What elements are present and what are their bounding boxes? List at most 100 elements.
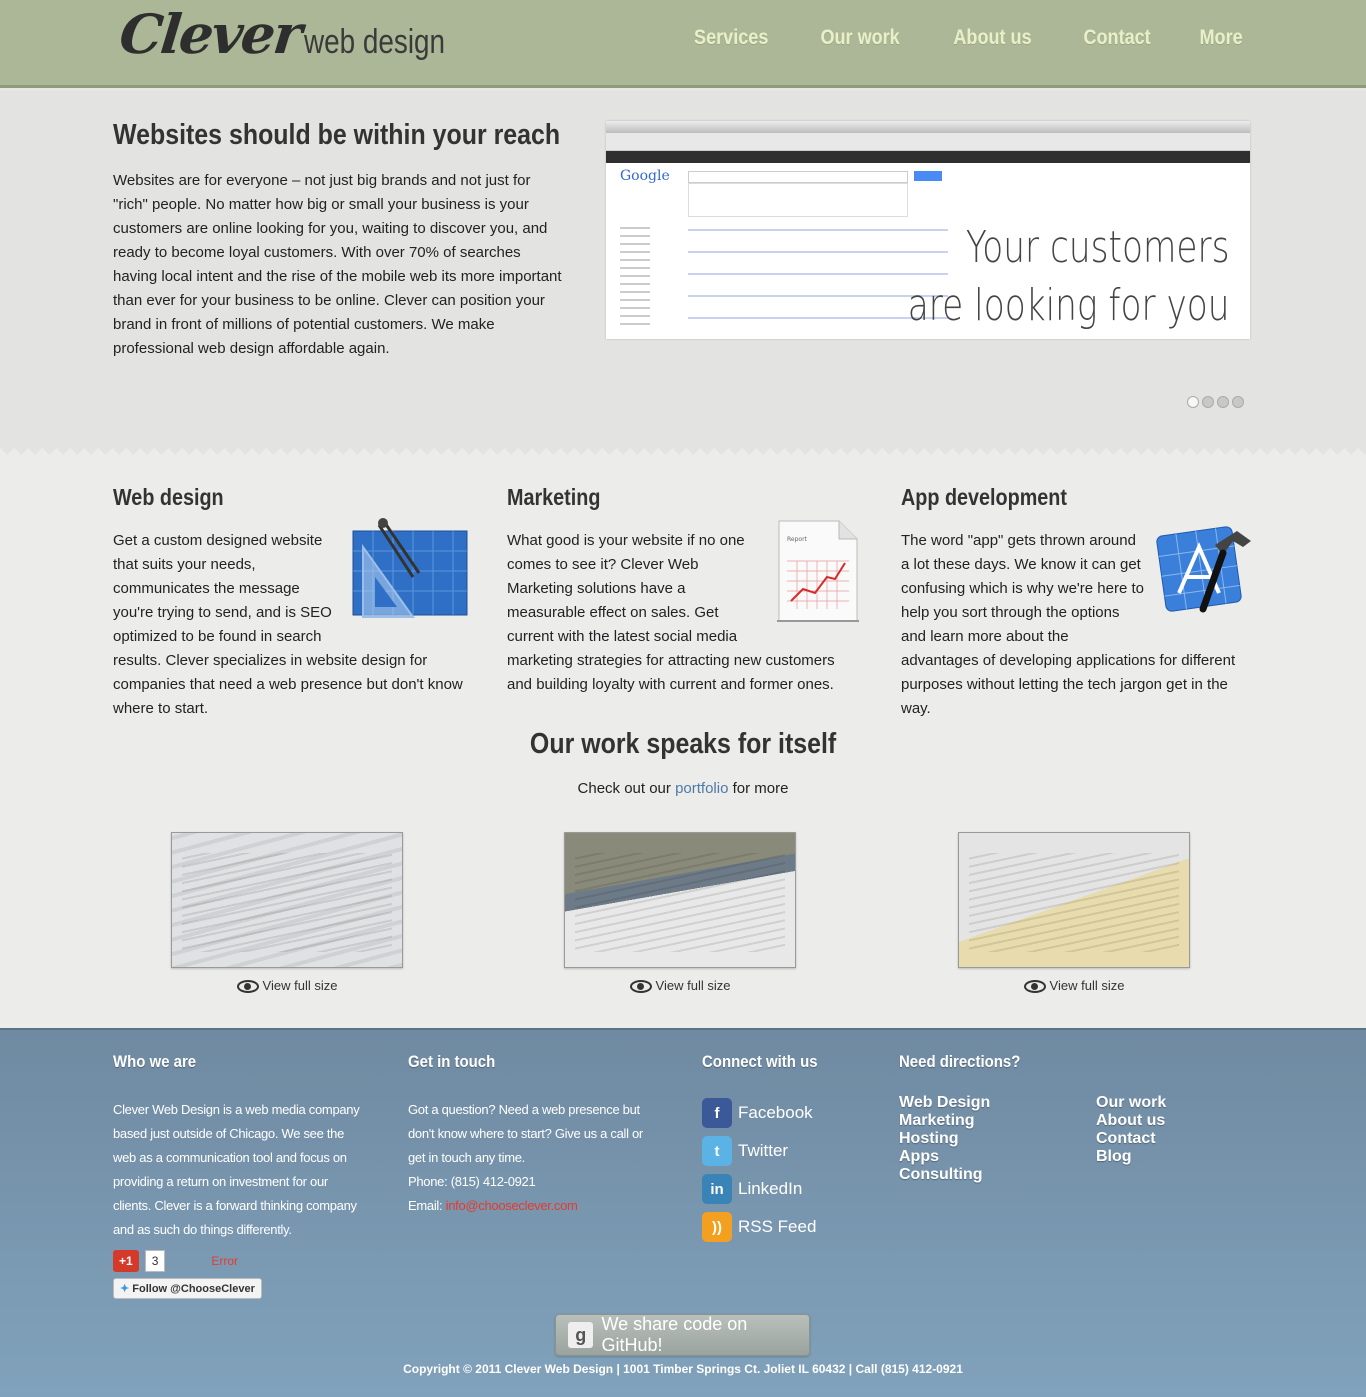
phone-label: Phone: <box>408 1174 448 1189</box>
google-plus-widget: +1 3 Error <box>113 1250 238 1272</box>
work-title-text: Our work speaks for itself <box>529 728 837 760</box>
service-title: App development <box>901 484 1067 510</box>
eye-icon <box>629 980 652 994</box>
screenshot-search-button <box>914 171 942 181</box>
work-sub-after: for more <box>732 780 789 797</box>
social-label: Twitter <box>738 1141 789 1160</box>
screenshot-autocomplete <box>688 183 908 217</box>
follow-label: Follow @ChooseClever <box>132 1283 255 1295</box>
social-facebook[interactable]: f Facebook <box>702 1094 882 1132</box>
phone-value: (815) 412-0921 <box>450 1174 536 1189</box>
footer-link-about-us[interactable]: About us <box>1096 1112 1166 1130</box>
footer-who-we-are: Who we are Clever Web Design is a web me… <box>113 1030 363 1242</box>
footer-link-our-work[interactable]: Our work <box>1096 1094 1166 1112</box>
social-linkedin[interactable]: in LinkedIn <box>702 1170 882 1208</box>
directions-links: Web Design Marketing Hosting Apps Consul… <box>899 1072 1199 1184</box>
site-footer: Who we are Clever Web Design is a web me… <box>0 1028 1366 1397</box>
slider-dot[interactable] <box>1217 396 1229 408</box>
google-plus-button[interactable]: +1 <box>113 1250 139 1272</box>
footer-heading: Need directions? <box>899 1052 1021 1071</box>
portfolio-thumbnail[interactable] <box>958 832 1190 968</box>
facebook-icon: f <box>702 1098 732 1128</box>
service-marketing: Marketing Report What good is your websi… <box>507 462 859 697</box>
screenshot-sidebar <box>620 221 650 331</box>
report-icon: Report <box>773 517 863 633</box>
slide-tagline: Your customers are looking for you <box>908 219 1230 335</box>
slider-dots <box>1187 396 1244 408</box>
slider-dot[interactable] <box>1232 396 1244 408</box>
service-body: Report What good is your website if no o… <box>507 520 859 697</box>
social-label: Facebook <box>738 1103 813 1122</box>
rss-icon: )) <box>702 1212 732 1242</box>
hero-title: Websites should be within your reach <box>113 119 561 151</box>
directions-column: Web Design Marketing Hosting Apps Consul… <box>899 1094 1096 1184</box>
view-full-size-label: View full size <box>262 978 338 993</box>
thumbnail-content <box>575 853 785 952</box>
nav-about-us[interactable]: About us <box>953 26 1031 50</box>
social-twitter[interactable]: t Twitter <box>702 1132 882 1170</box>
browser-addressbar <box>606 133 1250 151</box>
thumbnail-content <box>182 853 392 952</box>
main-section: Web design Get a custom designed website… <box>0 462 1366 1028</box>
browser-titlebar <box>606 121 1250 133</box>
email-link[interactable]: info@chooseclever.com <box>446 1198 578 1213</box>
nav-contact[interactable]: Contact <box>1083 26 1150 50</box>
zigzag-divider <box>0 448 1366 462</box>
service-title: Web design <box>113 484 224 510</box>
report-label: Report <box>787 536 808 543</box>
portfolio-thumbnail[interactable] <box>564 832 796 968</box>
view-full-size-link[interactable]: View full size <box>171 978 403 994</box>
footer-touch-body: Got a question? Need a web presence but … <box>408 1098 663 1218</box>
footer-who-body: Clever Web Design is a web media company… <box>113 1102 360 1237</box>
screenshot-search-box <box>688 171 908 183</box>
github-button[interactable]: g We share code on GitHub! <box>555 1314 810 1356</box>
view-full-size-link[interactable]: View full size <box>958 978 1190 994</box>
footer-link-hosting[interactable]: Hosting <box>899 1130 1096 1148</box>
slider-dot[interactable] <box>1202 396 1214 408</box>
github-label: We share code on GitHub! <box>601 1314 748 1355</box>
twitter-icon: t <box>702 1136 732 1166</box>
site-header: Cleverweb design Services Our work About… <box>0 0 1366 88</box>
twitter-follow-button[interactable]: ✦ Follow @ChooseClever <box>113 1278 262 1299</box>
footer-link-marketing[interactable]: Marketing <box>899 1112 1096 1130</box>
twitter-icon: ✦ <box>120 1283 130 1295</box>
nav-our-work[interactable]: Our work <box>821 26 900 50</box>
footer-link-consulting[interactable]: Consulting <box>899 1166 1096 1184</box>
view-full-size-label: View full size <box>1049 978 1125 993</box>
footer-link-web-design[interactable]: Web Design <box>899 1094 1096 1112</box>
google-plus-count: 3 <box>144 1250 166 1272</box>
portfolio-link[interactable]: portfolio <box>675 780 728 797</box>
work-subtitle: Check out our portfolio for more <box>0 780 1366 797</box>
service-body: Get a custom designed website that suits… <box>113 518 468 721</box>
footer-heading: Who we are <box>113 1052 197 1071</box>
footer-heading: Get in touch <box>408 1052 496 1071</box>
site-logo[interactable]: Cleverweb design <box>116 2 476 66</box>
browser-toolbar <box>606 151 1250 163</box>
slider-dot[interactable] <box>1187 396 1199 408</box>
social-links: f Facebook t Twitter in LinkedIn )) RSS Feed <box>702 1094 882 1246</box>
footer-connect: Connect with us f Facebook t Twitter in Lin… <box>702 1030 882 1246</box>
github-icon: g <box>568 1322 594 1348</box>
linkedin-icon: in <box>702 1174 732 1204</box>
view-full-size-label: View full size <box>655 978 731 993</box>
service-body: The word "app" gets thrown around a lot … <box>901 526 1251 721</box>
footer-link-contact[interactable]: Contact <box>1096 1130 1166 1148</box>
nav-services[interactable]: Services <box>694 26 768 50</box>
blueprint-icon <box>345 517 469 629</box>
touch-text: Got a question? Need a web presence but … <box>408 1102 643 1165</box>
service-title: Marketing <box>507 484 601 510</box>
logo-main-text: Clever <box>116 2 304 66</box>
view-full-size-link[interactable]: View full size <box>564 978 796 994</box>
footer-directions: Need directions? Web Design Marketing Ho… <box>899 1030 1199 1184</box>
eye-icon <box>1023 980 1046 994</box>
service-web-design: Web design Get a custom designed website… <box>113 462 468 721</box>
footer-link-blog[interactable]: Blog <box>1096 1148 1166 1166</box>
eye-icon <box>236 980 259 994</box>
hero-slide[interactable]: Google Your customers are looking for yo… <box>606 121 1250 339</box>
footer-link-apps[interactable]: Apps <box>899 1148 1096 1166</box>
portfolio-thumbnail[interactable] <box>171 832 403 968</box>
footer-heading: Connect with us <box>702 1052 818 1071</box>
email-label: Email: <box>408 1198 443 1213</box>
nav-more[interactable]: More <box>1199 26 1242 50</box>
social-rss[interactable]: )) RSS Feed <box>702 1208 882 1246</box>
